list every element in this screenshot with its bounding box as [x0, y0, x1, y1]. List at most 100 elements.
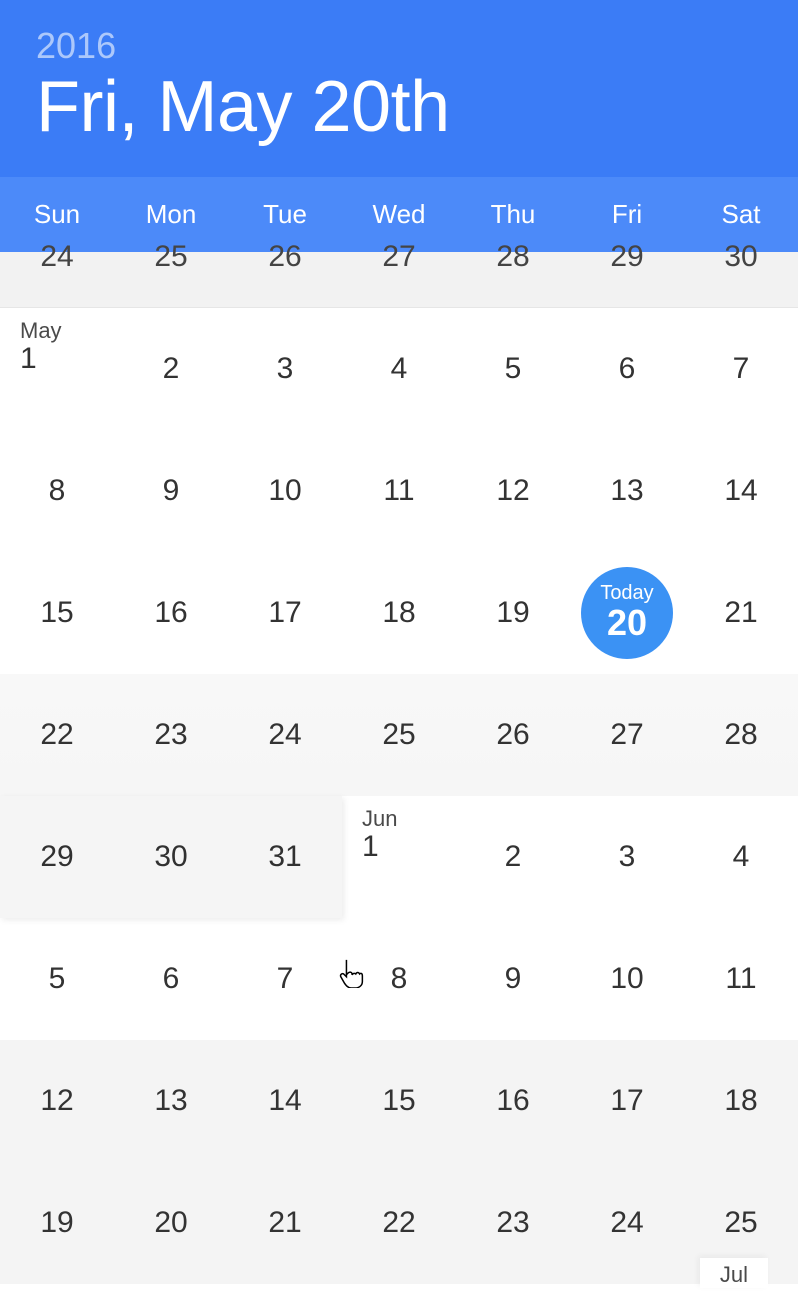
day-cell[interactable]: 4 [342, 308, 456, 430]
day-cell[interactable]: 13 [570, 430, 684, 552]
day-number: 29 [610, 242, 643, 272]
day-cell[interactable]: 8 [0, 430, 114, 552]
month-tag-jul: Jul [700, 1258, 768, 1288]
day-cell[interactable]: 30 [114, 796, 228, 918]
day-cell[interactable]: 9 [114, 430, 228, 552]
day-cell[interactable]: 26 [228, 252, 342, 307]
day-cell[interactable]: 12 [456, 430, 570, 552]
day-cell[interactable]: 9 [456, 918, 570, 1040]
day-number: 12 [496, 476, 529, 506]
day-cell[interactable]: 10 [570, 918, 684, 1040]
today-badge[interactable]: Today20 [581, 567, 673, 659]
day-cell[interactable]: 24 [0, 252, 114, 307]
day-cell[interactable]: May1 [0, 308, 114, 430]
day-cell[interactable]: 14 [684, 430, 798, 552]
day-cell[interactable]: 24 [228, 674, 342, 796]
day-number: 30 [154, 842, 187, 872]
day-number: 16 [496, 1086, 529, 1116]
day-cell[interactable]: 15 [342, 1040, 456, 1162]
day-number: 29 [40, 842, 73, 872]
day-cell[interactable]: 8 [342, 918, 456, 1040]
day-cell[interactable]: 28 [456, 252, 570, 307]
day-cell[interactable]: 5 [0, 918, 114, 1040]
day-cell[interactable]: 2 [114, 308, 228, 430]
day-cell[interactable]: 7 [228, 918, 342, 1040]
day-cell[interactable]: 4 [684, 796, 798, 918]
day-cell[interactable]: 23 [114, 674, 228, 796]
day-number: 2 [505, 842, 522, 872]
day-number: 13 [154, 1086, 187, 1116]
day-cell[interactable]: 3 [570, 796, 684, 918]
day-number: 22 [40, 720, 73, 750]
day-cell[interactable]: 29 [0, 796, 114, 918]
day-cell[interactable]: 18 [342, 552, 456, 674]
day-cell[interactable]: 30 [684, 252, 798, 307]
day-number: 26 [496, 720, 529, 750]
day-cell[interactable]: 13 [114, 1040, 228, 1162]
day-cell[interactable]: 14 [228, 1040, 342, 1162]
calendar-grid[interactable]: 24252627282930May12345678910111213141516… [0, 252, 798, 1284]
day-cell[interactable]: 22 [342, 1162, 456, 1284]
day-cell[interactable]: 11 [684, 918, 798, 1040]
day-number: 22 [382, 1208, 415, 1238]
day-cell[interactable]: 3 [228, 308, 342, 430]
day-cell[interactable]: 23 [456, 1162, 570, 1284]
day-number: 12 [40, 1086, 73, 1116]
day-cell[interactable]: 19 [0, 1162, 114, 1284]
day-cell[interactable]: 2 [456, 796, 570, 918]
day-cell[interactable]: 15 [0, 552, 114, 674]
day-cell[interactable]: 16 [114, 552, 228, 674]
day-cell[interactable]: 16 [456, 1040, 570, 1162]
day-cell[interactable]: 19 [456, 552, 570, 674]
day-cell[interactable]: 24 [570, 1162, 684, 1284]
day-number: 21 [268, 1208, 301, 1238]
day-number: 13 [610, 476, 643, 506]
day-number: 23 [496, 1208, 529, 1238]
day-cell[interactable]: 6 [114, 918, 228, 1040]
day-cell[interactable]: Today20 [570, 552, 684, 674]
day-number: 5 [49, 964, 66, 994]
day-cell[interactable]: 12 [0, 1040, 114, 1162]
day-cell[interactable]: Jun1 [342, 796, 456, 918]
day-number: 10 [268, 476, 301, 506]
day-cell[interactable]: 25 [114, 252, 228, 307]
day-cell[interactable]: 27 [342, 252, 456, 307]
day-cell[interactable]: 5 [456, 308, 570, 430]
day-number: 1 [20, 344, 37, 374]
day-number: 19 [40, 1208, 73, 1238]
day-number: 8 [49, 476, 66, 506]
day-cell[interactable]: 22 [0, 674, 114, 796]
day-number: 27 [382, 242, 415, 272]
month-tag: Jun [362, 806, 397, 832]
day-number: 30 [724, 242, 757, 272]
day-cell[interactable]: 31 [228, 796, 342, 918]
day-cell[interactable]: 27 [570, 674, 684, 796]
day-number: 18 [724, 1086, 757, 1116]
day-cell[interactable]: 25 [342, 674, 456, 796]
year-label[interactable]: 2016 [36, 28, 762, 64]
day-number: 25 [154, 242, 187, 272]
date-header: 2016 Fri, May 20th [0, 0, 798, 177]
day-cell[interactable]: 20 [114, 1162, 228, 1284]
day-number: 4 [733, 842, 750, 872]
day-cell[interactable]: 17 [228, 552, 342, 674]
day-cell[interactable]: 10 [228, 430, 342, 552]
day-cell[interactable]: 21 [228, 1162, 342, 1284]
day-cell[interactable]: 6 [570, 308, 684, 430]
day-number: 21 [724, 598, 757, 628]
day-cell[interactable]: 28 [684, 674, 798, 796]
day-cell[interactable]: 17 [570, 1040, 684, 1162]
day-number: 11 [383, 476, 414, 506]
day-number: 8 [391, 964, 408, 994]
day-cell[interactable]: 26 [456, 674, 570, 796]
day-number: 5 [505, 354, 522, 384]
day-cell[interactable]: 11 [342, 430, 456, 552]
day-number: 3 [619, 842, 636, 872]
day-cell[interactable]: 7 [684, 308, 798, 430]
day-number: 25 [382, 720, 415, 750]
day-cell[interactable]: 21 [684, 552, 798, 674]
day-number: 18 [382, 598, 415, 628]
day-number: 19 [496, 598, 529, 628]
day-cell[interactable]: 18 [684, 1040, 798, 1162]
day-cell[interactable]: 29 [570, 252, 684, 307]
